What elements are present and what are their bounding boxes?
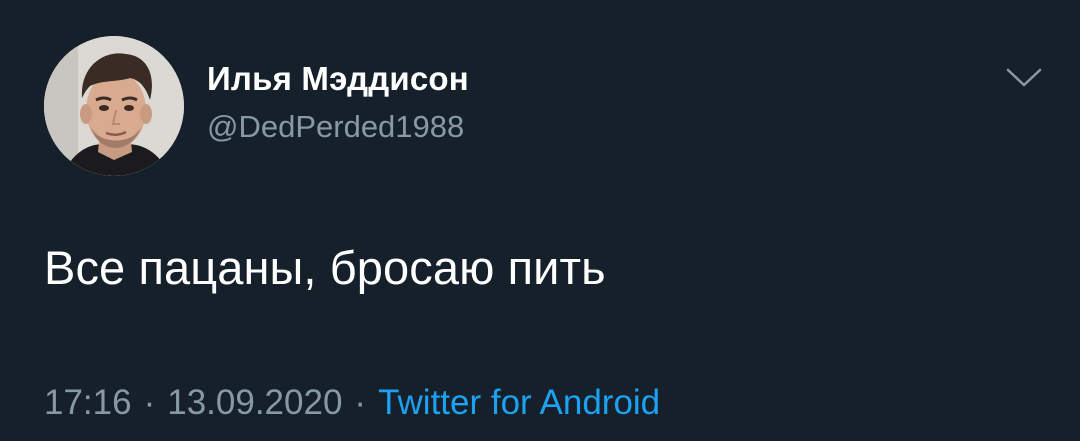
chevron-down-icon[interactable] bbox=[1004, 66, 1044, 90]
tweet-source-link[interactable]: Twitter for Android bbox=[378, 383, 660, 422]
tweet-card: Илья Мэддисон @DedPerded1988 Все пацаны,… bbox=[0, 0, 1080, 441]
avatar[interactable] bbox=[44, 36, 184, 176]
author-display-name[interactable]: Илья Мэддисон bbox=[207, 60, 469, 98]
meta-separator: · bbox=[354, 383, 367, 422]
author-handle[interactable]: @DedPerded1988 bbox=[207, 109, 464, 145]
avatar-image bbox=[44, 36, 184, 176]
tweet-date[interactable]: 13.09.2020 bbox=[167, 383, 342, 422]
tweet-meta: 17:16 · 13.09.2020 · Twitter for Android bbox=[44, 383, 660, 423]
tweet-text: Все пацаны, бросаю пить bbox=[44, 241, 606, 294]
meta-separator: · bbox=[143, 383, 156, 422]
tweet-time[interactable]: 17:16 bbox=[44, 383, 132, 422]
